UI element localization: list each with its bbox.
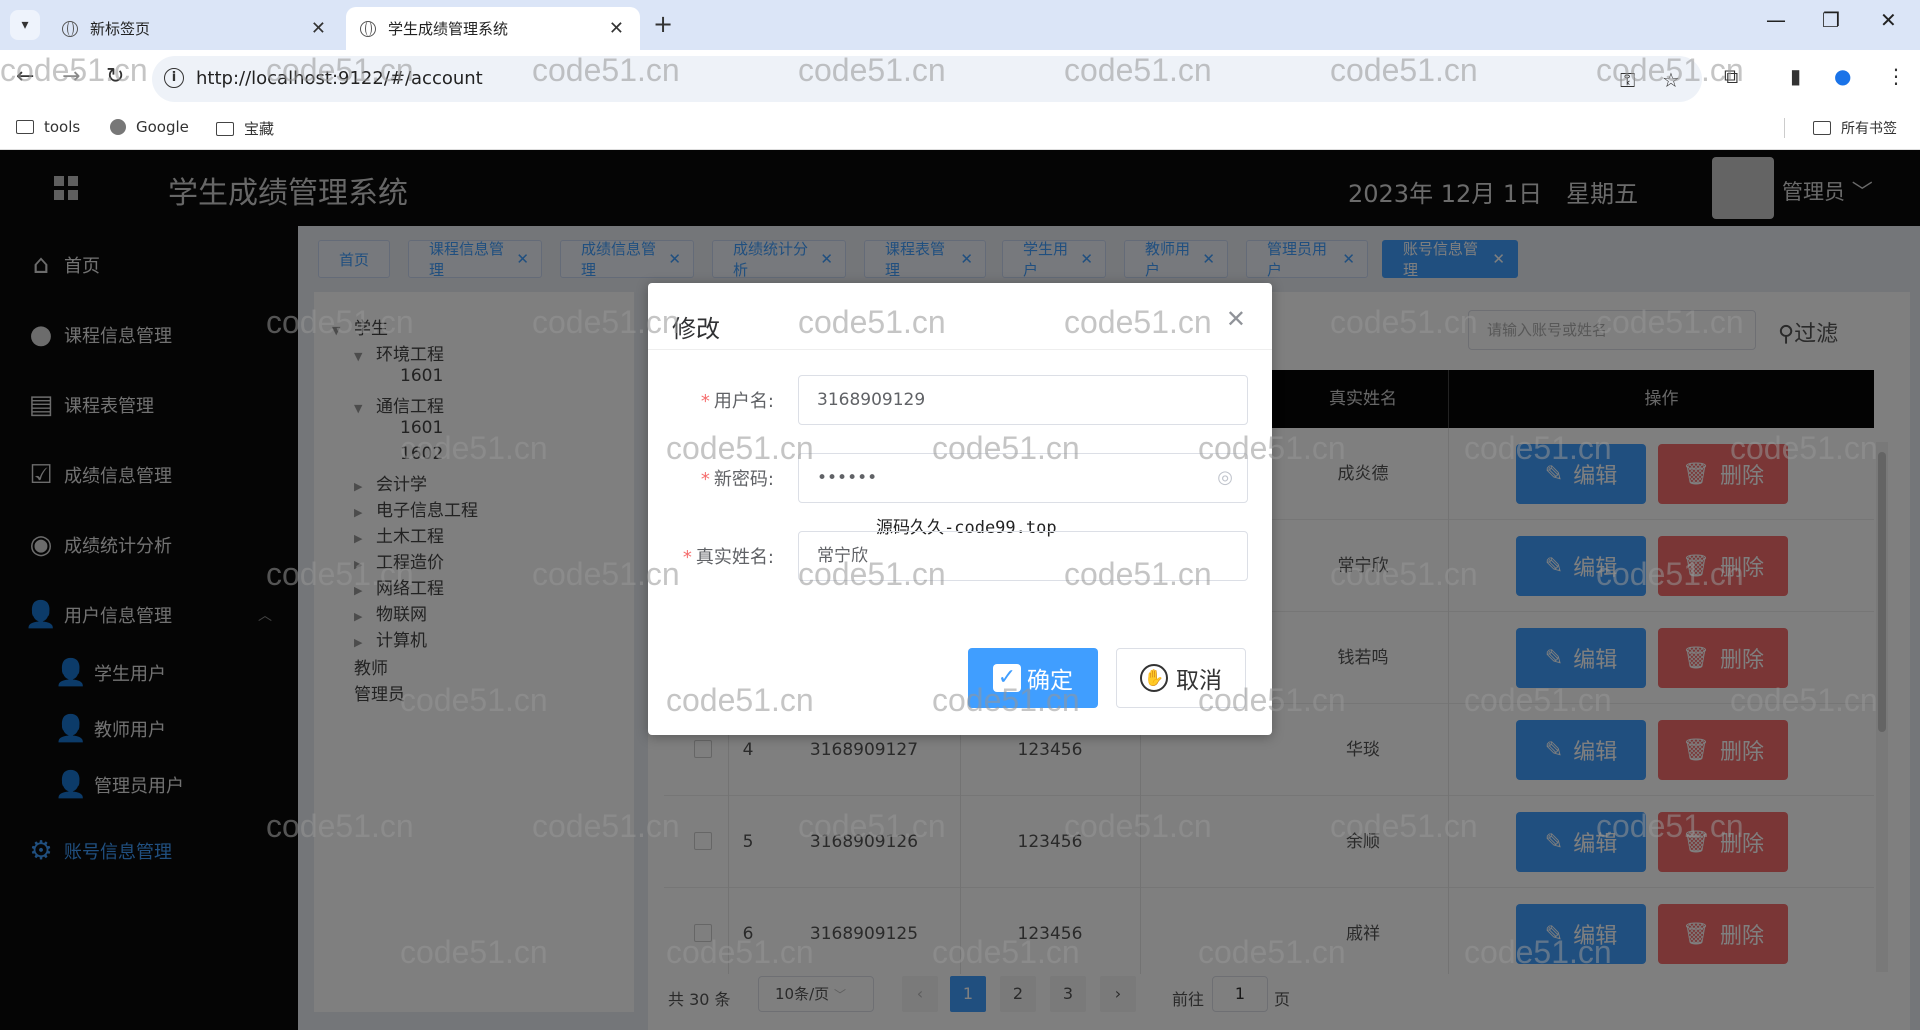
globe-icon [62, 20, 78, 37]
bookmark-label: Google [136, 118, 189, 136]
bookmark-tools[interactable]: tools [16, 118, 80, 136]
edit-dialog: 修改 ✕ * 用户名: 3168909129 * 新密码: •••••• ◎ 源码久久… [648, 283, 1272, 735]
url-text[interactable]: http://localhost:9122/#/account [196, 68, 483, 89]
hand-icon: ✋ [1140, 664, 1168, 692]
realname-field[interactable]: 常宁欣 [798, 531, 1248, 581]
confirm-label: 确定 [1027, 668, 1073, 694]
bookmark-label: tools [44, 118, 81, 136]
all-bookmarks-label: 所有书签 [1841, 121, 1897, 137]
google-icon [110, 119, 126, 135]
all-bookmarks[interactable]: 所有书签 [1784, 118, 1897, 138]
minimize-button[interactable]: — [1766, 8, 1786, 32]
site-info-icon[interactable]: i [164, 68, 184, 88]
browser-tab-bar: ▾ 新标签页 ✕ 学生成绩管理系统 ✕ + — ❐ ✕ [0, 0, 1920, 50]
username-field[interactable]: 3168909129 [798, 375, 1248, 425]
reload-icon[interactable]: ↻ [106, 64, 124, 89]
close-tab-icon[interactable]: ✕ [311, 18, 326, 39]
globe-icon [360, 20, 376, 37]
forward-icon[interactable]: → [62, 64, 80, 89]
dialog-divider [648, 349, 1272, 350]
address-bar: ← → ↻ i http://localhost:9122/#/account … [0, 50, 1920, 108]
close-window-button[interactable]: ✕ [1880, 8, 1897, 32]
realname-label: * 真实姓名: [682, 547, 774, 568]
close-tab-icon[interactable]: ✕ [609, 18, 624, 39]
cancel-label: 取消 [1176, 668, 1222, 694]
star-icon[interactable]: ☆ [1662, 68, 1680, 92]
bookmarks-bar: tools Google 宝藏 所有书签 [0, 108, 1920, 150]
browser-tab-title: 新标签页 [90, 20, 151, 38]
bookmark-label: 宝藏 [244, 120, 275, 138]
profile-icon[interactable]: ● [1834, 64, 1851, 88]
folder-icon [1813, 121, 1831, 135]
menu-icon[interactable]: ⋮ [1886, 64, 1906, 88]
confirm-button[interactable]: ✓ 确定 [968, 648, 1098, 708]
new-tab-button[interactable]: + [648, 10, 678, 40]
browser-tab-active[interactable]: 学生成绩管理系统 ✕ [346, 7, 640, 50]
extensions-icon[interactable]: ⧉ [1724, 64, 1738, 88]
password-label: * 新密码: [700, 469, 774, 490]
eye-icon[interactable]: ◎ [1217, 454, 1233, 502]
folder-icon [216, 121, 234, 136]
folder-icon [16, 120, 34, 134]
tab-search-button[interactable]: ▾ [10, 10, 40, 40]
browser-tab-newtab[interactable]: 新标签页 ✕ [48, 7, 342, 50]
key-icon[interactable]: ⚿ [1620, 68, 1635, 92]
bookmark-treasure[interactable]: 宝藏 [216, 118, 274, 139]
password-value: •••••• [817, 468, 878, 488]
password-field[interactable]: •••••• ◎ [798, 453, 1248, 503]
restore-button[interactable]: ❐ [1822, 8, 1840, 32]
check-icon: ✓ [993, 664, 1021, 692]
sidepanel-icon[interactable]: ▮ [1790, 64, 1801, 88]
omnibox[interactable]: i http://localhost:9122/#/account ⚿ ☆ [152, 56, 1702, 102]
close-icon[interactable]: ✕ [1226, 305, 1246, 333]
dialog-title: 修改 [672, 315, 720, 343]
back-icon[interactable]: ← [16, 64, 34, 89]
browser-tab-title: 学生成绩管理系统 [388, 20, 509, 38]
username-label: * 用户名: [700, 391, 774, 412]
bookmark-google[interactable]: Google [110, 118, 189, 136]
cancel-button[interactable]: ✋ 取消 [1116, 648, 1246, 708]
